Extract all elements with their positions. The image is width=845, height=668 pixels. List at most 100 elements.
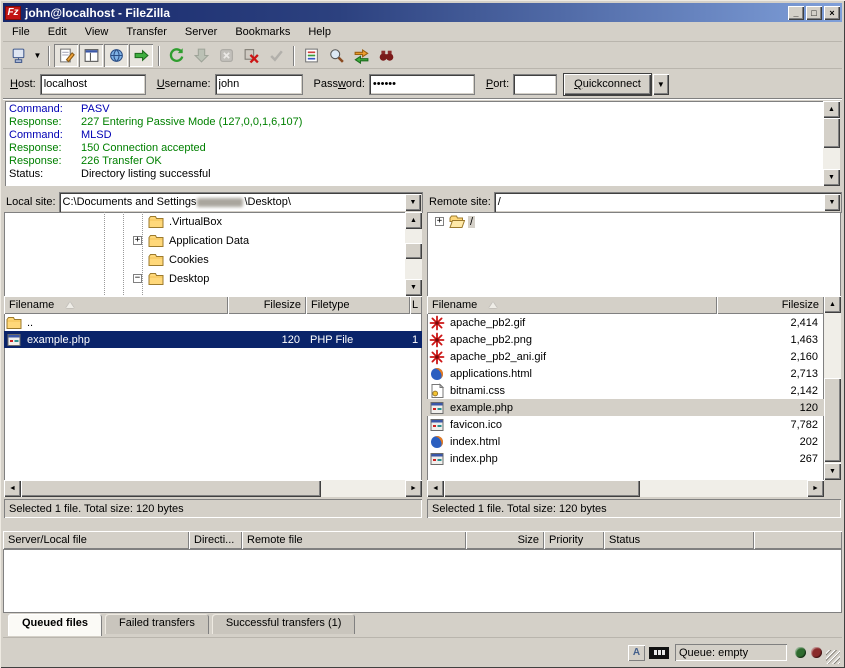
menu-bookmarks[interactable]: Bookmarks [226,24,299,40]
encryption-indicator-icon[interactable] [649,647,669,659]
local-column-filename[interactable]: Filename [4,296,228,314]
ascii-datatype-indicator-icon[interactable]: A [628,645,645,661]
password-input[interactable] [370,75,474,94]
tab-successful-transfers[interactable]: Successful transfers (1) [212,614,356,634]
queue-column-server-local-file[interactable]: Server/Local file [3,531,189,549]
remote-site-dropdown[interactable]: ▼ [824,194,840,211]
find-files-button[interactable] [374,44,398,67]
remote-scroll-left-button[interactable]: ◄ [427,480,444,497]
queue-column-size[interactable]: Size [466,531,544,549]
refresh-button[interactable] [164,44,188,67]
queue-list[interactable] [3,549,842,613]
site-manager-dropdown[interactable]: ▼ [31,44,44,67]
username-input[interactable] [216,75,302,94]
local-hscroll-thumb[interactable] [21,480,321,497]
local-file-list[interactable]: .. example.php 120 PHP File 1 [4,314,422,480]
toggle-remote-tree-button[interactable] [104,44,128,67]
filter-button[interactable] [299,44,323,67]
tree-item-desktop[interactable]: − Desktop [4,269,422,288]
port-input[interactable] [514,75,556,94]
local-directory-tree[interactable]: .VirtualBox + Application Data Cookies −… [4,212,422,296]
synchronized-browsing-button[interactable] [349,44,373,67]
html-file-icon [429,434,445,450]
toggle-message-log-button[interactable] [54,44,78,67]
local-column-filesize[interactable]: Filesize [228,296,306,314]
local-column-lastmodified[interactable]: L [410,296,422,314]
close-button[interactable]: × [824,6,840,20]
tree-item-application-data[interactable]: + Application Data [4,231,422,250]
remote-file-row[interactable]: index.html 202 [427,433,824,450]
remote-file-row-selected[interactable]: example.php 120 [427,399,824,416]
quickconnect-dropdown[interactable]: ▼ [653,74,669,95]
cancel-operation-button[interactable] [214,44,238,67]
remote-horizontal-scrollbar[interactable]: ◄ ► [427,480,824,497]
log-scrollbar-thumb[interactable] [823,118,840,148]
remote-scroll-right-button[interactable]: ► [807,480,824,497]
menu-file[interactable]: File [3,24,39,40]
local-scroll-left-button[interactable]: ◄ [4,480,21,497]
remote-scroll-up-button[interactable]: ▲ [824,296,841,313]
minimize-button[interactable]: _ [788,6,804,20]
remote-hscroll-thumb[interactable] [444,480,640,497]
reconnect-button[interactable] [264,44,288,67]
queue-status-text: Queue: empty [675,644,787,661]
remote-file-row[interactable]: apache_pb2.gif 2,414 [427,314,824,331]
remote-file-row[interactable]: favicon.ico 7,782 [427,416,824,433]
remote-vscroll-thumb[interactable] [824,378,841,462]
toggle-transfer-queue-button[interactable] [129,44,153,67]
local-scroll-right-button[interactable]: ► [405,480,422,497]
resize-grip[interactable] [826,650,840,664]
site-manager-button[interactable] [6,44,30,67]
host-input[interactable] [41,75,145,94]
tree-item-virtualbox[interactable]: .VirtualBox [4,212,422,231]
message-log-text: Command:PASV Response:227 Entering Passi… [5,101,823,186]
title-bar[interactable]: Fz john@localhost - FileZilla _ □ × [3,3,842,22]
toolbar-separator [158,46,160,66]
quickconnect-button[interactable]: Quickconnect [564,74,651,95]
toggle-local-tree-button[interactable] [79,44,103,67]
expand-plus-icon[interactable]: + [133,236,142,245]
log-scroll-down-button[interactable]: ▼ [823,169,840,186]
queue-column-priority[interactable]: Priority [544,531,604,549]
remote-site-combobox[interactable]: / ▼ [495,193,841,212]
remote-scroll-down-button[interactable]: ▼ [824,463,841,480]
local-tree-scroll-up-button[interactable]: ▲ [405,212,422,229]
tab-failed-transfers[interactable]: Failed transfers [105,614,209,634]
tab-queued-files[interactable]: Queued files [8,614,102,636]
menu-edit[interactable]: Edit [39,24,76,40]
remote-directory-tree[interactable]: + / [427,212,841,296]
local-file-row-example-php[interactable]: example.php 120 PHP File 1 [4,331,422,348]
expand-plus-icon[interactable]: + [435,217,444,226]
directory-comparison-button[interactable] [324,44,348,67]
maximize-button[interactable]: □ [806,6,822,20]
queue-column-direction[interactable]: Directi... [189,531,242,549]
remote-file-row[interactable]: applications.html 2,713 [427,365,824,382]
queue-column-status[interactable]: Status [604,531,754,549]
local-column-filetype[interactable]: Filetype [306,296,410,314]
menu-transfer[interactable]: Transfer [117,24,176,40]
local-tree-scroll-down-button[interactable]: ▼ [405,279,422,296]
remote-column-filesize[interactable]: Filesize [717,296,824,314]
menu-view[interactable]: View [76,24,118,40]
remote-file-row[interactable]: apache_pb2_ani.gif 2,160 [427,348,824,365]
process-queue-button[interactable] [189,44,213,67]
remote-file-row[interactable]: bitnami.css 2,142 [427,382,824,399]
local-site-dropdown[interactable]: ▼ [405,194,421,211]
remote-column-filename[interactable]: Filename [427,296,717,314]
menu-help[interactable]: Help [299,24,340,40]
tree-item-cookies[interactable]: Cookies [4,250,422,269]
local-tree-scrollbar-thumb[interactable] [405,243,422,259]
remote-file-list[interactable]: apache_pb2.gif 2,414 apache_pb2.png 1,46… [427,314,824,480]
collapse-minus-icon[interactable]: − [133,274,142,283]
queue-column-remote-file[interactable]: Remote file [242,531,466,549]
menu-server[interactable]: Server [176,24,226,40]
local-horizontal-scrollbar[interactable]: ◄ ► [4,480,422,497]
local-site-label: Local site: [6,196,56,208]
remote-file-row[interactable]: index.php 267 [427,450,824,467]
log-scroll-up-button[interactable]: ▲ [823,101,840,118]
tree-item-root[interactable]: + / [427,212,841,231]
local-file-row-updir[interactable]: .. [4,314,422,331]
disconnect-button[interactable] [239,44,263,67]
remote-file-row[interactable]: apache_pb2.png 1,463 [427,331,824,348]
local-site-combobox[interactable]: C:\Documents and Settings\Desktop\ ▼ [60,193,422,212]
